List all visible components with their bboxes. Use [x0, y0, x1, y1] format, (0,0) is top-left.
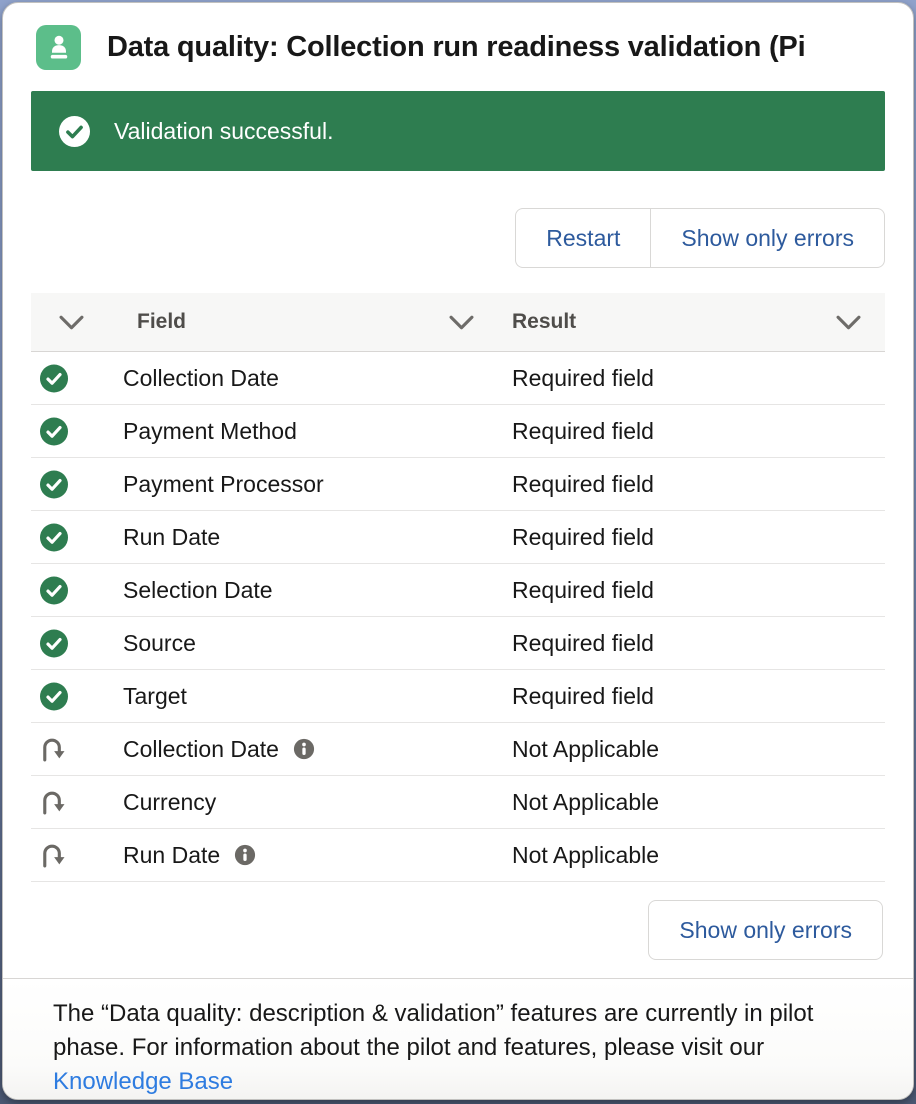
row-status-cell	[31, 682, 111, 711]
table-header-row: Field Result	[31, 293, 885, 352]
show-only-errors-button[interactable]: Show only errors	[650, 208, 885, 268]
table-row: Payment Method Required field	[31, 405, 885, 458]
row-field-label: Payment Method	[123, 418, 297, 445]
row-field-label: Source	[123, 630, 196, 657]
footnote-text: The “Data quality: description & validat…	[53, 1000, 813, 1061]
row-field-cell: Currency	[111, 789, 498, 816]
data-quality-modal: Data quality: Collection run readiness v…	[2, 2, 914, 1100]
row-field-label: Run Date	[123, 524, 220, 551]
info-icon[interactable]	[293, 738, 315, 760]
row-result: Required field	[498, 365, 885, 392]
toolbar-button-group: Restart Show only errors	[515, 208, 885, 268]
row-result: Not Applicable	[498, 736, 885, 763]
row-result: Required field	[498, 418, 885, 445]
row-status-cell	[31, 629, 111, 658]
row-status-cell	[31, 470, 111, 499]
table-row: Run Date Required field	[31, 511, 885, 564]
row-result: Required field	[498, 683, 885, 710]
row-field-label: Target	[123, 683, 187, 710]
bottom-actions: Show only errors	[3, 900, 883, 960]
validation-table: Field Result Colle	[31, 293, 885, 882]
skipped-arrow-icon	[40, 736, 67, 763]
success-banner: Validation successful.	[31, 91, 885, 171]
success-icon	[40, 417, 68, 446]
row-field-cell: Run Date	[111, 524, 498, 551]
row-result: Required field	[498, 471, 885, 498]
row-status-cell	[31, 364, 111, 393]
success-icon	[40, 629, 68, 658]
row-field-cell: Payment Processor	[111, 471, 498, 498]
modal-header: Data quality: Collection run readiness v…	[3, 3, 913, 91]
show-only-errors-button-bottom[interactable]: Show only errors	[648, 900, 883, 960]
table-row: Collection Date Not Applicable	[31, 723, 885, 776]
row-field-label: Currency	[123, 789, 216, 816]
row-field-cell: Collection Date	[111, 365, 498, 392]
row-field-cell: Source	[111, 630, 498, 657]
table-row: Source Required field	[31, 617, 885, 670]
row-field-label: Collection Date	[123, 736, 279, 763]
table-row: Collection Date Required field	[31, 352, 885, 405]
success-check-icon	[59, 116, 90, 147]
row-field-cell: Collection Date	[111, 736, 498, 763]
row-status-cell	[31, 789, 111, 816]
approval-stamp-icon	[36, 25, 81, 70]
table-body: Collection Date Required field Payment M…	[31, 352, 885, 882]
row-status-cell	[31, 842, 111, 869]
row-field-label: Collection Date	[123, 365, 279, 392]
success-icon	[40, 682, 68, 711]
row-field-label: Payment Processor	[123, 471, 324, 498]
row-field-cell: Run Date	[111, 842, 498, 869]
column-header-result[interactable]: Result	[498, 293, 885, 351]
skipped-arrow-icon	[40, 789, 67, 816]
table-row: Target Required field	[31, 670, 885, 723]
table-row: Payment Processor Required field	[31, 458, 885, 511]
table-row: Selection Date Required field	[31, 564, 885, 617]
table-row: Run Date Not Applicable	[31, 829, 885, 882]
row-result: Required field	[498, 630, 885, 657]
chevron-down-icon[interactable]	[59, 315, 84, 330]
banner-message: Validation successful.	[114, 118, 333, 145]
row-field-label: Selection Date	[123, 577, 273, 604]
row-result: Not Applicable	[498, 842, 885, 869]
pilot-footnote: The “Data quality: description & validat…	[3, 978, 913, 1100]
success-icon	[40, 364, 68, 393]
chevron-down-icon[interactable]	[836, 315, 861, 330]
row-field-cell: Payment Method	[111, 418, 498, 445]
toolbar: Restart Show only errors	[3, 208, 885, 268]
row-status-cell	[31, 736, 111, 763]
row-status-cell	[31, 417, 111, 446]
row-field-cell: Selection Date	[111, 577, 498, 604]
knowledge-base-link[interactable]: Knowledge Base	[53, 1068, 233, 1095]
row-result: Required field	[498, 524, 885, 551]
row-status-cell	[31, 576, 111, 605]
success-icon	[40, 576, 68, 605]
row-field-label: Run Date	[123, 842, 220, 869]
column-label-field: Field	[137, 310, 186, 334]
column-header-status[interactable]	[31, 293, 111, 351]
restart-button[interactable]: Restart	[515, 208, 650, 268]
page-title: Data quality: Collection run readiness v…	[107, 31, 805, 64]
chevron-down-icon[interactable]	[449, 315, 474, 330]
row-field-cell: Target	[111, 683, 498, 710]
info-icon[interactable]	[234, 844, 256, 866]
column-header-field[interactable]: Field	[111, 293, 498, 351]
success-icon	[40, 470, 68, 499]
row-result: Required field	[498, 577, 885, 604]
row-result: Not Applicable	[498, 789, 885, 816]
row-status-cell	[31, 523, 111, 552]
column-label-result: Result	[512, 310, 576, 334]
skipped-arrow-icon	[40, 842, 67, 869]
table-row: Currency Not Applicable	[31, 776, 885, 829]
success-icon	[40, 523, 68, 552]
